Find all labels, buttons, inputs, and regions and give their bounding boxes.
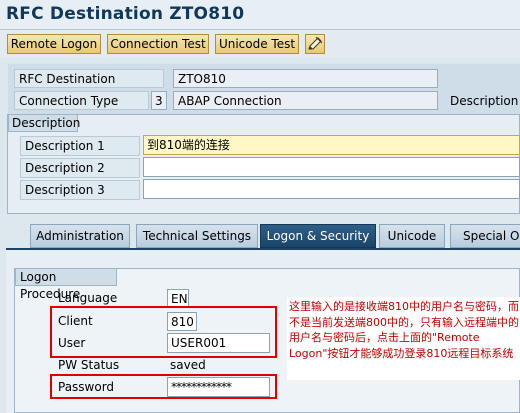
logon-procedure-title: Logon Procedure (15, 268, 117, 301)
description-1-input[interactable]: 到810端的连接 (143, 135, 520, 155)
rfc-destination-label: RFC Destination (14, 69, 164, 88)
connection-type-field: ABAP Connection (173, 91, 438, 110)
tab-administration[interactable]: Administration (30, 224, 130, 248)
pencil-icon (308, 36, 323, 50)
description-1-label: Description 1 (20, 136, 140, 156)
tab-technical-settings[interactable]: Technical Settings (136, 224, 258, 248)
unicode-test-button[interactable]: Unicode Test (215, 34, 299, 54)
description-label: Description (450, 94, 519, 108)
description-3-input[interactable] (143, 179, 520, 199)
tab-logon-security[interactable]: Logon & Security (260, 224, 376, 248)
toolbar: Remote Logon Connection Test Unicode Tes… (0, 30, 520, 58)
edit-icon[interactable] (305, 34, 325, 54)
description-3-label: Description 3 (20, 180, 140, 200)
tab-strip: Administration Technical Settings Logon … (0, 224, 520, 248)
connection-test-button[interactable]: Connection Test (107, 34, 209, 54)
rfc-destination-field: ZTO810 (173, 69, 438, 88)
page-title: RFC Destination ZTO810 (6, 4, 245, 24)
annotation-note: 这里输入的是接收端810中的用户名与密码，而不是当前发送端800中的，只有输入远… (287, 297, 520, 380)
pw-status-label: PW Status (58, 358, 120, 372)
tab-special-options[interactable]: Special Op (450, 224, 520, 248)
tab-unicode[interactable]: Unicode (379, 224, 445, 248)
description-group-title: Description (8, 114, 80, 132)
connection-type-label: Connection Type (14, 91, 149, 110)
description-2-input[interactable] (143, 157, 520, 177)
title-bar: RFC Destination ZTO810 (0, 0, 520, 30)
remote-logon-button[interactable]: Remote Logon (7, 34, 101, 54)
password-highlight-box (50, 374, 277, 399)
connection-type-code: 3 (151, 91, 167, 110)
description-2-label: Description 2 (20, 158, 140, 178)
pw-status-value: saved (170, 358, 206, 372)
client-user-highlight-box (50, 306, 277, 358)
